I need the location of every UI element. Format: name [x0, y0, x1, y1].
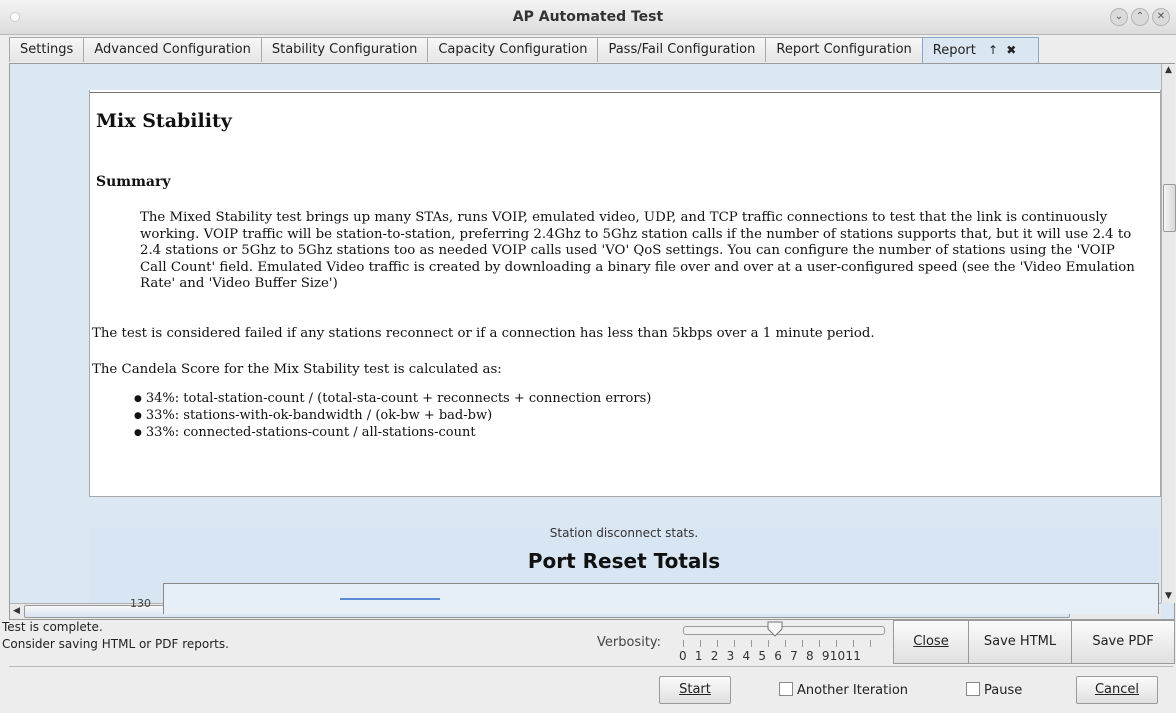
- button-label: Cancel: [1094, 682, 1140, 697]
- pause-checkbox[interactable]: Pause: [966, 682, 1022, 698]
- button-label: Close: [913, 634, 949, 649]
- scroll-thumb[interactable]: [1163, 184, 1176, 232]
- save-pdf-button[interactable]: Save PDF: [1071, 620, 1175, 664]
- minimize-icon[interactable]: ⌄: [1110, 8, 1128, 26]
- another-iteration-checkbox[interactable]: Another Iteration: [779, 682, 908, 698]
- maximize-icon[interactable]: ⌃: [1131, 8, 1149, 26]
- tab-label: Stability Configuration: [271, 42, 418, 57]
- checkbox-box[interactable]: [966, 682, 980, 696]
- button-label: Start: [679, 682, 711, 697]
- report-document: Mix Stability Summary The Mixed Stabilit…: [89, 90, 1161, 497]
- list-item: 33%: connected-stations-count / all-stat…: [134, 425, 651, 442]
- verbosity-slider[interactable]: [683, 626, 885, 635]
- scroll-left-icon[interactable]: ◀: [10, 604, 23, 619]
- checkbox-label: Pause: [984, 683, 1023, 698]
- tab-label: Settings: [20, 42, 74, 57]
- divider: [90, 92, 1160, 93]
- chart-series-line: [340, 598, 440, 600]
- up-arrow-icon[interactable]: ↑: [988, 43, 998, 57]
- divider: [9, 666, 1173, 667]
- list-item: 33%: stations-with-ok-bandwidth / (ok-bw…: [134, 408, 651, 425]
- save-html-button[interactable]: Save HTML: [968, 620, 1072, 664]
- chart-title: Port Reset Totals: [527, 549, 721, 573]
- tab-settings[interactable]: Settings: [9, 37, 85, 62]
- report-viewer: Mix Stability Summary The Mixed Stabilit…: [9, 63, 1176, 620]
- verbosity-label: Verbosity:: [597, 635, 662, 650]
- close-window-icon[interactable]: ✕: [1152, 8, 1170, 26]
- verbosity-scale: 0 1 2 3 4 5 6 7 8 91011: [679, 649, 862, 663]
- window-title: AP Automated Test: [512, 9, 664, 25]
- tab-label: Pass/Fail Configuration: [608, 42, 756, 57]
- scroll-down-icon[interactable]: ▼: [1162, 590, 1175, 603]
- y-tick-label: 130: [130, 597, 151, 610]
- fail-criteria-text: The test is considered failed if any sta…: [92, 326, 875, 341]
- score-list: 34%: total-station-count / (total-sta-co…: [134, 391, 651, 442]
- tab-label: Report Configuration: [776, 42, 912, 57]
- summary-text: The Mixed Stability test brings up many …: [140, 210, 1135, 291]
- start-button[interactable]: Start: [659, 676, 731, 704]
- button-label: Save HTML: [983, 634, 1057, 649]
- tab-label: Advanced Configuration: [94, 42, 251, 57]
- status-hint: Consider saving HTML or PDF reports.: [2, 637, 229, 651]
- tab-report[interactable]: Report ↑ ✖: [921, 37, 1040, 64]
- close-icon[interactable]: ✖: [1006, 43, 1016, 57]
- close-button[interactable]: Close: [893, 620, 969, 664]
- tab-bar: Settings Advanced Configuration Stabilit…: [9, 37, 1040, 64]
- chart-caption: Station disconnect stats.: [549, 526, 699, 540]
- score-intro-text: The Candela Score for the Mix Stability …: [92, 362, 502, 377]
- tab-stability-configuration[interactable]: Stability Configuration: [260, 37, 429, 62]
- verbosity-ticks: [679, 640, 889, 648]
- slider-knob[interactable]: [767, 621, 783, 637]
- cancel-button[interactable]: Cancel: [1076, 676, 1158, 704]
- scroll-up-icon[interactable]: ▲: [1162, 64, 1175, 77]
- tab-label: Report: [932, 43, 976, 58]
- checkbox-label: Another Iteration: [797, 683, 909, 698]
- section-heading: Mix Stability: [96, 110, 232, 132]
- status-text: Test is complete.: [2, 620, 103, 634]
- button-label: Save PDF: [1092, 634, 1154, 649]
- tab-report-configuration[interactable]: Report Configuration: [765, 37, 923, 62]
- tab-capacity-configuration[interactable]: Capacity Configuration: [427, 37, 599, 62]
- tab-pass-fail-configuration[interactable]: Pass/Fail Configuration: [597, 37, 767, 62]
- vertical-scrollbar[interactable]: ▲ ▼: [1161, 64, 1176, 603]
- checkbox-box[interactable]: [779, 682, 793, 696]
- tab-advanced-configuration[interactable]: Advanced Configuration: [83, 37, 262, 62]
- list-item: 34%: total-station-count / (total-sta-co…: [134, 391, 651, 408]
- tab-label: Capacity Configuration: [438, 42, 588, 57]
- title-bar: AP Automated Test ⌄ ⌃ ✕: [0, 0, 1176, 35]
- chart-plot: [163, 583, 1159, 614]
- summary-heading: Summary: [96, 174, 171, 190]
